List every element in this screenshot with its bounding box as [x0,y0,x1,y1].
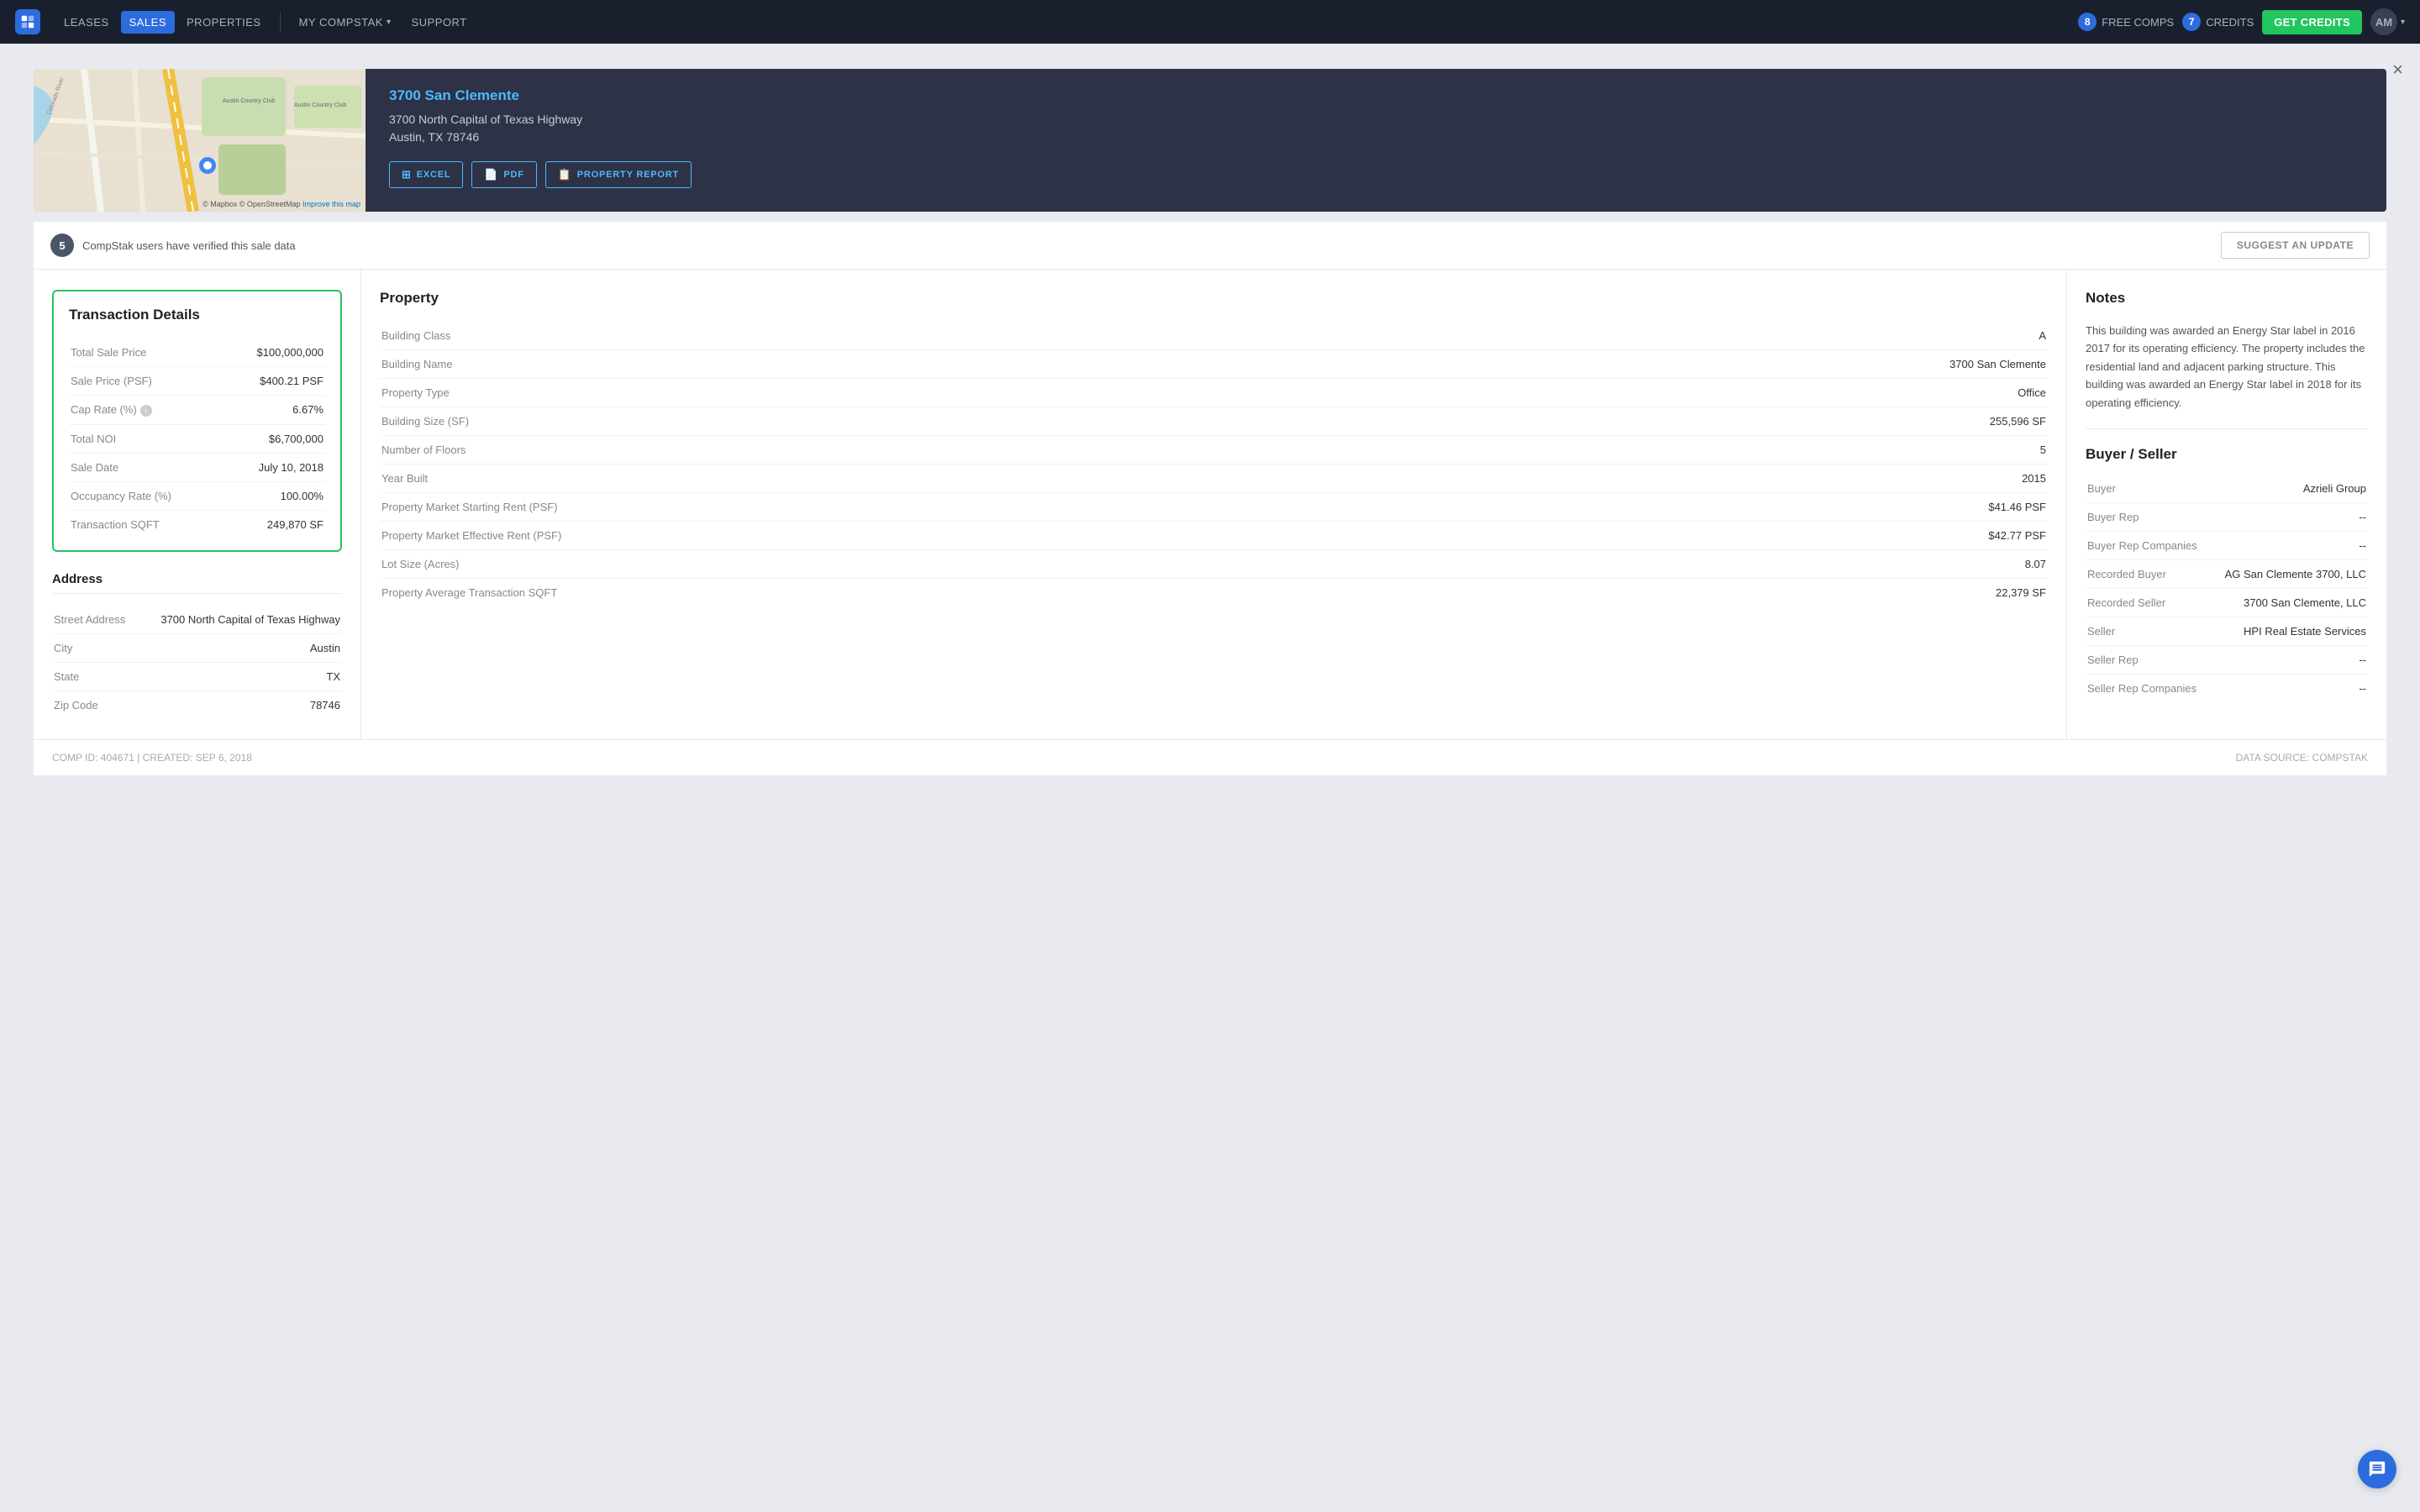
credits-label: CREDITS [2206,16,2254,29]
right-column: Notes This building was awarded an Energ… [2067,270,2386,739]
nav-right: 8 FREE COMPS 7 CREDITS GET CREDITS AM ▾ [2078,8,2405,35]
free-comps-button[interactable]: 8 FREE COMPS [2078,13,2174,31]
transaction-row: Sale Price (PSF) $400.21 PSF [69,367,325,396]
chevron-down-icon: ▾ [387,18,392,27]
pdf-icon: 📄 [484,168,498,181]
nav-divider [280,12,281,32]
property-report-button[interactable]: 📋 PROPERTY REPORT [545,161,692,188]
buyer-seller-row: Seller Rep-- [2086,646,2368,675]
pdf-button[interactable]: 📄 PDF [471,161,536,188]
map-area: Colorado River Austin Country Club Austi… [34,69,366,212]
buyer-seller-row: Buyer Rep-- [2086,503,2368,532]
property-section-title: Property [380,290,2048,307]
property-row: Number of Floors5 [380,436,2048,465]
report-icon: 📋 [558,168,572,181]
nav-my-compstak[interactable]: MY COMPSTAK ▾ [291,11,400,34]
svg-text:Austin Country Club: Austin Country Club [223,98,275,104]
nav-leases[interactable]: LEASES [55,11,118,34]
buyer-seller-row: Recorded BuyerAG San Clemente 3700, LLC [2086,560,2368,589]
address-row: StateTX [52,662,342,690]
address-row: Zip Code78746 [52,690,342,719]
verified-count: 5 [50,234,74,257]
free-comps-label: FREE COMPS [2102,16,2174,29]
logo[interactable] [15,9,40,34]
credits-count: 7 [2182,13,2201,31]
verified-text: CompStak users have verified this sale d… [82,239,296,252]
address-table: Street Address3700 North Capital of Texa… [52,606,342,719]
address-section: Address Street Address3700 North Capital… [52,572,342,719]
buyer-seller-row: Recorded Seller3700 San Clemente, LLC [2086,589,2368,617]
property-actions: ⊞ EXCEL 📄 PDF 📋 PROPERTY REPORT [389,161,2363,188]
buyer-seller-row: BuyerAzrieli Group [2086,475,2368,503]
middle-column: Property Building ClassABuilding Name370… [361,270,2067,739]
property-table: Building ClassABuilding Name3700 San Cle… [380,322,2048,606]
property-address: 3700 North Capital of Texas Highway Aust… [389,111,2363,146]
notes-text: This building was awarded an Energy Star… [2086,322,2368,429]
navbar: LEASES SALES PROPERTIES MY COMPSTAK ▾ SU… [0,0,2420,44]
transaction-row: Transaction SQFT 249,870 SF [69,510,325,538]
property-row: Building ClassA [380,322,2048,350]
page-content: × Colorado Rive [0,44,2420,809]
buyer-seller-row: SellerHPI Real Estate Services [2086,617,2368,646]
chat-button[interactable] [2358,1450,2396,1488]
transaction-row: Cap Rate (%)i 6.67% [69,396,325,425]
map-attribution: © Mapbox © OpenStreetMap Improve this ma… [203,200,360,208]
property-info: 3700 San Clemente 3700 North Capital of … [366,69,2386,212]
property-row: Year Built2015 [380,465,2048,493]
property-row: Property TypeOffice [380,379,2048,407]
buyer-seller-table: BuyerAzrieli GroupBuyer Rep--Buyer Rep C… [2086,475,2368,702]
transaction-row: Total Sale Price $100,000,000 [69,339,325,367]
close-button[interactable]: × [2392,60,2403,79]
user-menu[interactable]: AM ▾ [2370,8,2405,35]
transaction-row: Total NOI $6,700,000 [69,424,325,453]
footer-data-source: DATA SOURCE: COMPSTAK [2236,752,2368,764]
transaction-details-box: Transaction Details Total Sale Price $10… [52,290,342,552]
excel-button[interactable]: ⊞ EXCEL [389,161,463,188]
property-header: Colorado River Austin Country Club Austi… [34,69,2386,212]
property-row: Property Average Transaction SQFT22,379 … [380,579,2048,607]
main-grid: Transaction Details Total Sale Price $10… [34,270,2386,739]
avatar: AM [2370,8,2397,35]
left-column: Transaction Details Total Sale Price $10… [34,270,361,739]
transaction-row: Occupancy Rate (%) 100.00% [69,481,325,510]
free-comps-count: 8 [2078,13,2096,31]
property-row: Property Market Starting Rent (PSF)$41.4… [380,493,2048,522]
buyer-seller-title: Buyer / Seller [2086,446,2368,463]
transaction-row: Sale Date July 10, 2018 [69,453,325,481]
verified-bar: 5 CompStak users have verified this sale… [34,222,2386,270]
footer-comp-id: COMP ID: 404671 | CREATED: SEP 6, 2018 [52,752,252,764]
nav-support[interactable]: SUPPORT [402,11,475,34]
address-title: Address [52,572,342,594]
transaction-table: Total Sale Price $100,000,000 Sale Price… [69,339,325,538]
property-row: Lot Size (Acres)8.07 [380,550,2048,579]
info-icon[interactable]: i [140,405,152,417]
svg-text:Austin Country Club: Austin Country Club [294,102,346,108]
get-credits-button[interactable]: GET CREDITS [2262,10,2362,34]
address-row: CityAustin [52,633,342,662]
notes-title: Notes [2086,290,2368,307]
verified-left: 5 CompStak users have verified this sale… [50,234,296,257]
suggest-update-button[interactable]: SUGGEST AN UPDATE [2221,232,2370,259]
credits-button[interactable]: 7 CREDITS [2182,13,2254,31]
property-row: Building Size (SF)255,596 SF [380,407,2048,436]
address-row: Street Address3700 North Capital of Texa… [52,606,342,634]
user-chevron-icon: ▾ [2401,18,2405,27]
nav-properties[interactable]: PROPERTIES [178,11,270,34]
property-row: Property Market Effective Rent (PSF)$42.… [380,522,2048,550]
property-row: Building Name3700 San Clemente [380,350,2048,379]
buyer-seller-row: Seller Rep Companies-- [2086,675,2368,703]
excel-icon: ⊞ [402,168,412,181]
transaction-title: Transaction Details [69,307,325,323]
nav-sales[interactable]: SALES [121,11,175,34]
buyer-seller-row: Buyer Rep Companies-- [2086,532,2368,560]
property-name: 3700 San Clemente [389,87,2363,104]
page-footer: COMP ID: 404671 | CREATED: SEP 6, 2018 D… [34,739,2386,775]
nav-links: LEASES SALES PROPERTIES MY COMPSTAK ▾ SU… [55,11,476,34]
